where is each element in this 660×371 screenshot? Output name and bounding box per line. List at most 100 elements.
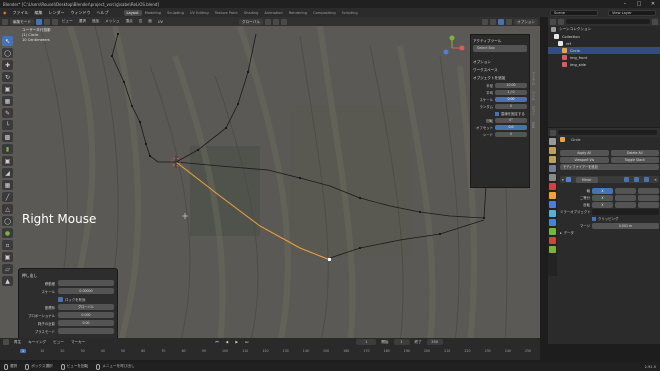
- seed-field[interactable]: 0: [495, 132, 527, 137]
- material-tab-icon[interactable]: [549, 237, 556, 244]
- mode-selector[interactable]: 編集モード: [10, 18, 34, 25]
- extrude-tool-icon[interactable]: ▮: [2, 144, 13, 154]
- menu-view[interactable]: ビュー: [60, 19, 75, 24]
- vertex-select-icon[interactable]: [35, 18, 42, 25]
- rip-tool-icon[interactable]: ▲: [2, 276, 13, 286]
- menu-window[interactable]: ウィンドウ: [68, 10, 94, 16]
- menu-view[interactable]: ビュー: [51, 340, 66, 345]
- move-amount-field[interactable]: [58, 280, 114, 286]
- timeline-ruler[interactable]: 1 10 20 30 40 50 60 70 80 90 100 110 120 130 140 150 160…: [0, 348, 540, 356]
- menu-select[interactable]: 選択: [77, 19, 88, 24]
- editor-type-icon[interactable]: [550, 18, 556, 25]
- scale-amount-field[interactable]: 0.00000: [58, 288, 114, 294]
- scale-tool-icon[interactable]: ▣: [2, 84, 13, 94]
- menu-render[interactable]: レンダー: [46, 10, 68, 16]
- menu-keying[interactable]: キーイング: [26, 340, 48, 345]
- shading-solid-icon[interactable]: [498, 18, 505, 25]
- rotate-tool-icon[interactable]: ↻: [2, 72, 13, 82]
- bisect-y-toggle[interactable]: [615, 194, 636, 201]
- xray-icon[interactable]: [490, 18, 497, 25]
- scale-field[interactable]: 0.00: [495, 97, 527, 102]
- tab-modeling[interactable]: Modeling: [142, 10, 164, 16]
- cursor-tool-icon[interactable]: ↖: [2, 36, 13, 46]
- falloff-field[interactable]: 0.00: [58, 320, 114, 326]
- close-icon[interactable]: ✕: [654, 178, 657, 182]
- flip-y-toggle[interactable]: [615, 201, 636, 208]
- move-tool-icon[interactable]: ✚: [2, 60, 13, 70]
- editor-type-icon[interactable]: [3, 339, 9, 345]
- workspace-section[interactable]: ワークスペース: [473, 66, 527, 74]
- scene-tab-icon[interactable]: [549, 174, 556, 181]
- delete-all-button[interactable]: Delete All: [610, 149, 659, 156]
- current-frame-field[interactable]: 1: [356, 339, 377, 345]
- bisect-z-toggle[interactable]: [638, 194, 659, 201]
- select-box-button[interactable]: Select Box: [473, 45, 527, 52]
- loop-cut-tool-icon[interactable]: ▦: [2, 180, 13, 190]
- render-toggle-icon[interactable]: [644, 177, 650, 182]
- menu-edit[interactable]: 編集: [32, 10, 46, 16]
- menu-playback[interactable]: 再生: [12, 340, 23, 345]
- menu-face[interactable]: 面: [146, 19, 154, 24]
- output-tab-icon[interactable]: [549, 156, 556, 163]
- transform-orientation[interactable]: グローバル: [238, 18, 263, 25]
- chevron-right-icon[interactable]: ▸: [560, 231, 562, 235]
- menu-help[interactable]: ヘルプ: [94, 10, 112, 16]
- chevron-down-icon[interactable]: ▾: [562, 178, 564, 182]
- tab-tool[interactable]: ツール: [531, 91, 536, 101]
- render-tab-icon[interactable]: [549, 147, 556, 154]
- tab-item[interactable]: アイテム: [531, 72, 536, 85]
- physics-tab-icon[interactable]: [549, 219, 556, 226]
- lock-checkbox[interactable]: [58, 296, 63, 302]
- axis-x-toggle[interactable]: X: [592, 187, 613, 194]
- measure-tool-icon[interactable]: └: [2, 120, 13, 130]
- outliner-search-input[interactable]: [566, 19, 650, 24]
- average-field[interactable]: 1 / 0: [495, 90, 527, 95]
- offset-field[interactable]: 0.0: [495, 125, 527, 130]
- merge-field[interactable]: 0.001 m: [592, 222, 659, 229]
- menu-edge[interactable]: 辺: [137, 19, 145, 24]
- outliner-item[interactable]: ref: [548, 40, 660, 47]
- jump-end-icon[interactable]: ⏭: [243, 340, 250, 344]
- options-section[interactable]: オプション: [473, 58, 527, 66]
- toggle-stack-button[interactable]: Toggle Stack: [610, 156, 659, 163]
- edge-select-icon[interactable]: [43, 18, 50, 25]
- 3d-viewport[interactable]: ユーザー平行投影 (1) Circle 10 Centimeters Right…: [0, 26, 540, 344]
- add-modifier-button[interactable]: モディファイアーを追加: [560, 163, 659, 170]
- shrink-tool-icon[interactable]: ▣: [2, 252, 13, 262]
- spin-tool-icon[interactable]: ◯: [2, 216, 13, 226]
- tab-rendering[interactable]: Rendering: [286, 10, 310, 16]
- apply-all-button[interactable]: Apply All: [560, 149, 609, 156]
- pivot-icon[interactable]: [264, 18, 271, 25]
- modifier-name-field[interactable]: Mirror: [575, 176, 598, 183]
- tab-edit[interactable]: Edit: [531, 122, 535, 128]
- outliner-item[interactable]: img_front: [548, 54, 660, 61]
- edit-mode-toggle-icon[interactable]: [624, 177, 630, 182]
- display-mode-icon[interactable]: [558, 18, 564, 25]
- fix-line-checkbox[interactable]: [495, 111, 499, 116]
- options-button[interactable]: オプション: [514, 18, 538, 25]
- end-frame-field[interactable]: 250: [426, 339, 443, 345]
- object-tab-icon[interactable]: [549, 192, 556, 199]
- menu-marker[interactable]: マーカー: [69, 340, 87, 345]
- maximize-button[interactable]: □: [632, 1, 646, 7]
- tab-scripting[interactable]: Scripting: [339, 10, 361, 16]
- tool-tab-icon[interactable]: [549, 138, 556, 145]
- clipping-checkbox[interactable]: [592, 216, 596, 221]
- start-frame-field[interactable]: 1: [393, 339, 410, 345]
- properties-search-input[interactable]: [558, 130, 657, 135]
- step-back-icon[interactable]: ◀: [224, 340, 231, 344]
- minimize-button[interactable]: –: [618, 1, 632, 7]
- smooth-tool-icon[interactable]: ●: [2, 228, 13, 238]
- select-tool-icon[interactable]: ◯: [2, 48, 13, 58]
- tab-uv-editing[interactable]: UV Editing: [187, 10, 212, 16]
- edge-slide-tool-icon[interactable]: ▫: [2, 240, 13, 250]
- outliner-item[interactable]: Collection: [548, 33, 660, 40]
- axis-y-toggle[interactable]: [615, 187, 636, 194]
- shear-tool-icon[interactable]: ▱: [2, 264, 13, 274]
- proportional-icon[interactable]: [280, 18, 287, 25]
- axis-z-toggle[interactable]: [638, 187, 659, 194]
- bevel-tool-icon[interactable]: ◢: [2, 168, 13, 178]
- play-icon[interactable]: ▶: [233, 340, 240, 344]
- modifier-tab-icon[interactable]: [549, 201, 556, 208]
- particles-tab-icon[interactable]: [549, 210, 556, 217]
